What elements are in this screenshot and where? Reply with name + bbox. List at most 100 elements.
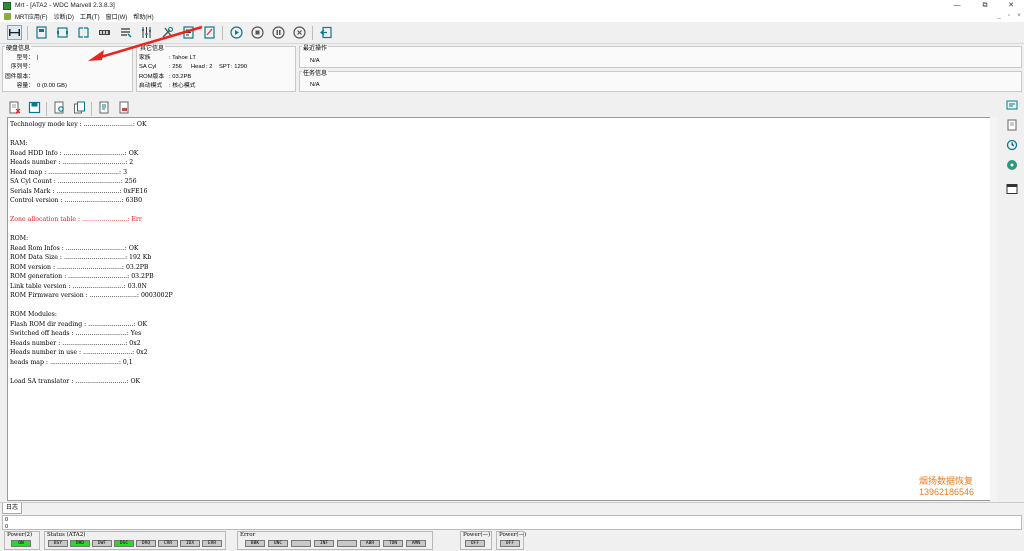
ata-status-label: Status (ATA2) bbox=[47, 532, 86, 538]
power-group-3: Power(—) OFF bbox=[496, 531, 527, 550]
mini-log: 0 0 bbox=[2, 515, 1022, 530]
save-log-button[interactable] bbox=[27, 100, 42, 115]
error-label: Error bbox=[240, 532, 256, 538]
power-3-led: OFF bbox=[500, 540, 520, 547]
drive-info-header: 硬盘信息 bbox=[5, 46, 32, 53]
window-icon bbox=[1006, 184, 1018, 194]
bracket-tool-button[interactable] bbox=[76, 25, 91, 40]
script-icon bbox=[183, 26, 194, 39]
spt-value: : 1290 bbox=[231, 64, 248, 70]
exit-button[interactable] bbox=[319, 25, 334, 40]
menu-app[interactable]: MRT应用(F) bbox=[15, 12, 48, 21]
mdi-minimize-button[interactable]: _ bbox=[994, 11, 1004, 22]
play-button[interactable] bbox=[229, 25, 244, 40]
sidebar-refresh-button[interactable] bbox=[1005, 138, 1019, 152]
model-value: | bbox=[37, 55, 39, 61]
other-info-group: 其它信息 家族 : Tahoe LT SA Cyl : 256 Head : 2… bbox=[136, 46, 296, 92]
status-bar: Power(2) ON Status (ATA2) BSY DRD DWF DS… bbox=[0, 530, 1024, 551]
disk-tool-button[interactable] bbox=[34, 25, 49, 40]
menu-help[interactable]: 帮助(H) bbox=[133, 12, 153, 21]
led-err: ERR bbox=[202, 540, 222, 547]
led-dsc: DSC bbox=[114, 540, 134, 547]
sacyl-label: SA Cyl bbox=[139, 64, 157, 70]
list-edit-icon bbox=[121, 28, 132, 38]
drive-info-group: 硬盘信息 型号： | 序列号： 固件版本： 容量： 0 (0.00 GB) bbox=[2, 46, 133, 92]
power-group-2: Power(—) OFF bbox=[460, 531, 492, 550]
mdi-restore-button[interactable]: ▫ bbox=[1004, 11, 1014, 22]
frame-tool-button[interactable] bbox=[55, 25, 70, 40]
led-bsy: BSY bbox=[48, 540, 68, 547]
find-log-button[interactable] bbox=[52, 100, 67, 115]
fw-label: 固件版本： bbox=[5, 74, 34, 80]
recent-ops-value: N/A bbox=[310, 58, 320, 64]
led-blank-2 bbox=[337, 540, 357, 547]
sliders-icon bbox=[142, 27, 151, 38]
log-line: Heads number : .........................… bbox=[10, 339, 141, 347]
sidebar-info-button[interactable] bbox=[1005, 98, 1019, 112]
led-dwf: DWF bbox=[92, 540, 112, 547]
menu-diagnose[interactable]: 诊断(D) bbox=[54, 12, 74, 21]
right-sidebar bbox=[1002, 96, 1022, 206]
rom-label: ROM版本 bbox=[139, 74, 165, 80]
log-scrollbar[interactable] bbox=[990, 117, 997, 501]
mini-line-1: 0 bbox=[5, 517, 9, 523]
export-log-button[interactable] bbox=[97, 100, 112, 115]
stop-button[interactable] bbox=[250, 25, 265, 40]
print-icon bbox=[119, 101, 129, 114]
minimize-button[interactable]: — bbox=[944, 0, 970, 11]
title-bar: Mrt - [ATA2 - WDC Marvell 2.3.8.3] — ⧉ ✕ bbox=[0, 0, 1024, 11]
log-line: Zone allocation table : ................… bbox=[10, 216, 142, 223]
tools-tool-button[interactable] bbox=[160, 25, 175, 40]
script-tool-button[interactable] bbox=[181, 25, 196, 40]
menu-tools[interactable]: 工具(T) bbox=[80, 12, 100, 21]
power-2-led: OFF bbox=[465, 540, 485, 547]
tab-log[interactable]: 日志 bbox=[2, 503, 22, 514]
sidebar-window-button[interactable] bbox=[1005, 182, 1019, 196]
clear-icon bbox=[9, 101, 21, 114]
task-info-group: 任务信息 N/A bbox=[299, 71, 1022, 92]
led-inf: INF bbox=[314, 540, 334, 547]
disk-status-icon bbox=[1007, 160, 1017, 170]
clear-log-button[interactable] bbox=[7, 100, 22, 115]
model-label: 型号： bbox=[16, 55, 34, 61]
copy-icon bbox=[74, 101, 85, 114]
led-blank-1 bbox=[291, 540, 311, 547]
task-info-value: N/A bbox=[310, 82, 320, 88]
power-3-label: Power(—) bbox=[499, 532, 527, 538]
other-info-header: 其它信息 bbox=[139, 46, 166, 53]
print-log-button[interactable] bbox=[117, 100, 132, 115]
mdi-close-button[interactable]: × bbox=[1014, 11, 1024, 22]
log-line: ROM: bbox=[10, 235, 29, 242]
family-label: 家族 bbox=[139, 55, 151, 61]
connect-icon bbox=[9, 29, 20, 36]
copy-log-button[interactable] bbox=[72, 100, 87, 115]
window-title: Mrt - [ATA2 - WDC Marvell 2.3.8.3] bbox=[15, 2, 115, 9]
sidebar-note-button[interactable] bbox=[1005, 118, 1019, 132]
log-output[interactable]: Technology mode key : ..................… bbox=[7, 117, 997, 501]
settings-tool-button[interactable] bbox=[139, 25, 154, 40]
hex-tool-button[interactable] bbox=[202, 25, 217, 40]
maximize-button[interactable]: ⧉ bbox=[972, 0, 998, 11]
pause-button[interactable] bbox=[271, 25, 286, 40]
close-button[interactable]: ✕ bbox=[998, 0, 1024, 11]
memory-tool-button[interactable] bbox=[97, 25, 112, 40]
main-toolbar bbox=[0, 22, 1024, 44]
led-abr: ABR bbox=[360, 540, 380, 547]
spt-label: SPT bbox=[219, 64, 231, 70]
led-bbk: BBK bbox=[245, 540, 265, 547]
sidebar-disk-button[interactable] bbox=[1005, 158, 1019, 172]
log-line: Heads number in use : ..................… bbox=[10, 349, 148, 356]
disk-icon bbox=[36, 26, 47, 39]
power-2-label: Power(—) bbox=[463, 532, 491, 538]
log-toolbar bbox=[5, 98, 145, 116]
note-icon bbox=[1007, 119, 1017, 131]
watermark: 烟扬数据恢复 13962186546 bbox=[919, 476, 974, 498]
cancel-button[interactable] bbox=[292, 25, 307, 40]
frame-icon bbox=[57, 27, 68, 38]
boot-value: : 核心模式 bbox=[169, 83, 196, 89]
serial-label: 序列号： bbox=[10, 64, 34, 70]
edit-tool-button[interactable] bbox=[118, 25, 133, 40]
bottom-tab-bar: 日志 bbox=[0, 502, 1024, 514]
connect-tool-button[interactable] bbox=[7, 25, 22, 40]
menu-window[interactable]: 窗口(W) bbox=[106, 12, 128, 21]
